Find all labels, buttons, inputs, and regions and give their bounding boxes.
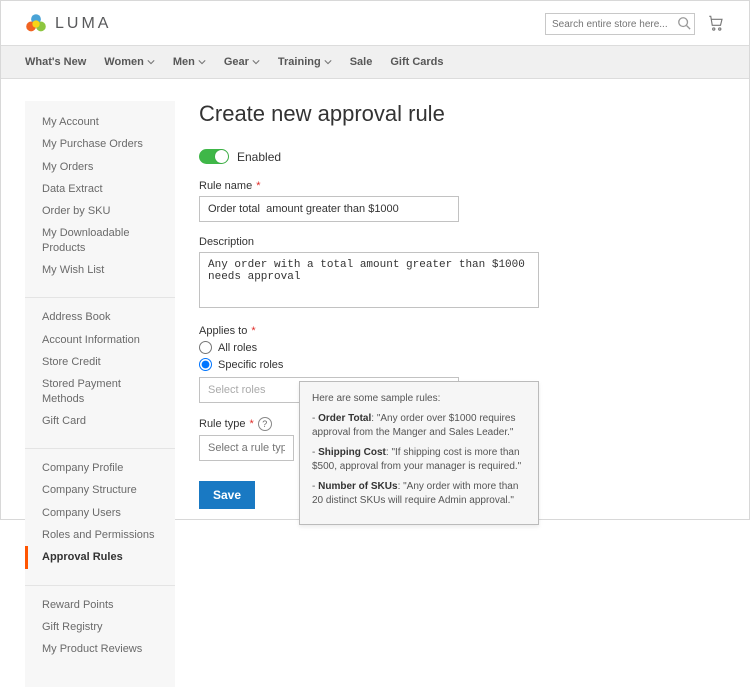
topnav-item[interactable]: Gift Cards (390, 56, 443, 68)
topnav-item[interactable]: What's New (25, 56, 86, 68)
search-icon[interactable] (677, 16, 691, 33)
sidebar-item[interactable]: Company Structure (25, 479, 175, 501)
chevron-down-icon (147, 58, 155, 66)
sidebar-item[interactable]: Reward Points (25, 594, 175, 616)
description-textarea[interactable] (199, 252, 539, 308)
header: LUMA (1, 1, 749, 45)
required-mark: * (249, 418, 253, 430)
sidebar-item[interactable]: Stored Payment Methods (25, 373, 175, 410)
sidebar-item[interactable]: Gift Registry (25, 616, 175, 638)
search-wrap (545, 13, 695, 35)
description-label: Description (199, 236, 254, 248)
rule-name-input[interactable] (199, 196, 459, 222)
chevron-down-icon (198, 58, 206, 66)
tooltip-intro: Here are some sample rules: (312, 392, 526, 406)
sidebar: My AccountMy Purchase OrdersMy OrdersDat… (25, 101, 175, 687)
applies-to-specific-roles[interactable]: Specific roles (199, 358, 725, 371)
help-icon[interactable]: ? (258, 417, 272, 431)
brand-name: LUMA (55, 15, 111, 33)
tooltip-rule: - Shipping Cost: "If shipping cost is mo… (312, 446, 526, 474)
sidebar-item[interactable]: My Product Reviews (25, 638, 175, 660)
sidebar-item[interactable]: Company Profile (25, 457, 175, 479)
required-mark: * (256, 180, 260, 192)
sidebar-item[interactable]: Order by SKU (25, 200, 175, 222)
enabled-toggle[interactable] (199, 149, 229, 164)
page-title: Create new approval rule (199, 101, 725, 127)
sidebar-item[interactable]: Account Information (25, 329, 175, 351)
header-right (545, 13, 725, 35)
tooltip-rule: - Order Total: "Any order over $1000 req… (312, 412, 526, 440)
topnav-item[interactable]: Sale (350, 56, 373, 68)
sidebar-item[interactable]: Company Users (25, 502, 175, 524)
sidebar-item[interactable]: Store Credit (25, 351, 175, 373)
sidebar-item[interactable]: My Account (25, 111, 175, 133)
tooltip-rule: - Number of SKUs: "Any order with more t… (312, 480, 526, 508)
topnav-item[interactable]: Training (278, 56, 332, 68)
topnav-item[interactable]: Gear (224, 56, 260, 68)
brand[interactable]: LUMA (25, 13, 111, 35)
required-mark: * (251, 325, 255, 337)
sidebar-item[interactable]: Data Extract (25, 178, 175, 200)
rule-type-tooltip: Here are some sample rules: - Order Tota… (299, 381, 539, 525)
applies-to-all-roles[interactable]: All roles (199, 341, 725, 354)
sidebar-item[interactable]: My Orders (25, 156, 175, 178)
cart-icon[interactable] (707, 14, 725, 35)
search-input[interactable] (545, 13, 695, 35)
enabled-label: Enabled (237, 150, 281, 164)
sidebar-item[interactable]: Approval Rules (25, 546, 175, 568)
topnav-item[interactable]: Women (104, 56, 155, 68)
sidebar-item[interactable]: Address Book (25, 306, 175, 328)
rule-type-select[interactable] (199, 435, 294, 461)
topnav: What's New Women Men Gear Training Sale Gift C… (1, 45, 749, 79)
save-button[interactable]: Save (199, 481, 255, 509)
sidebar-item[interactable]: My Purchase Orders (25, 133, 175, 155)
sidebar-item[interactable]: Gift Card (25, 410, 175, 432)
sidebar-item[interactable]: Roles and Permissions (25, 524, 175, 546)
chevron-down-icon (252, 58, 260, 66)
sidebar-item[interactable]: My Downloadable Products (25, 222, 175, 259)
main-content: Create new approval rule Enabled Rule na… (199, 101, 725, 687)
rule-name-label: Rule name (199, 180, 252, 192)
applies-to-label: Applies to (199, 325, 247, 337)
luma-logo-icon (25, 13, 47, 35)
rule-type-label: Rule type (199, 418, 245, 430)
sidebar-item[interactable]: My Wish List (25, 259, 175, 281)
chevron-down-icon (324, 58, 332, 66)
topnav-item[interactable]: Men (173, 56, 206, 68)
